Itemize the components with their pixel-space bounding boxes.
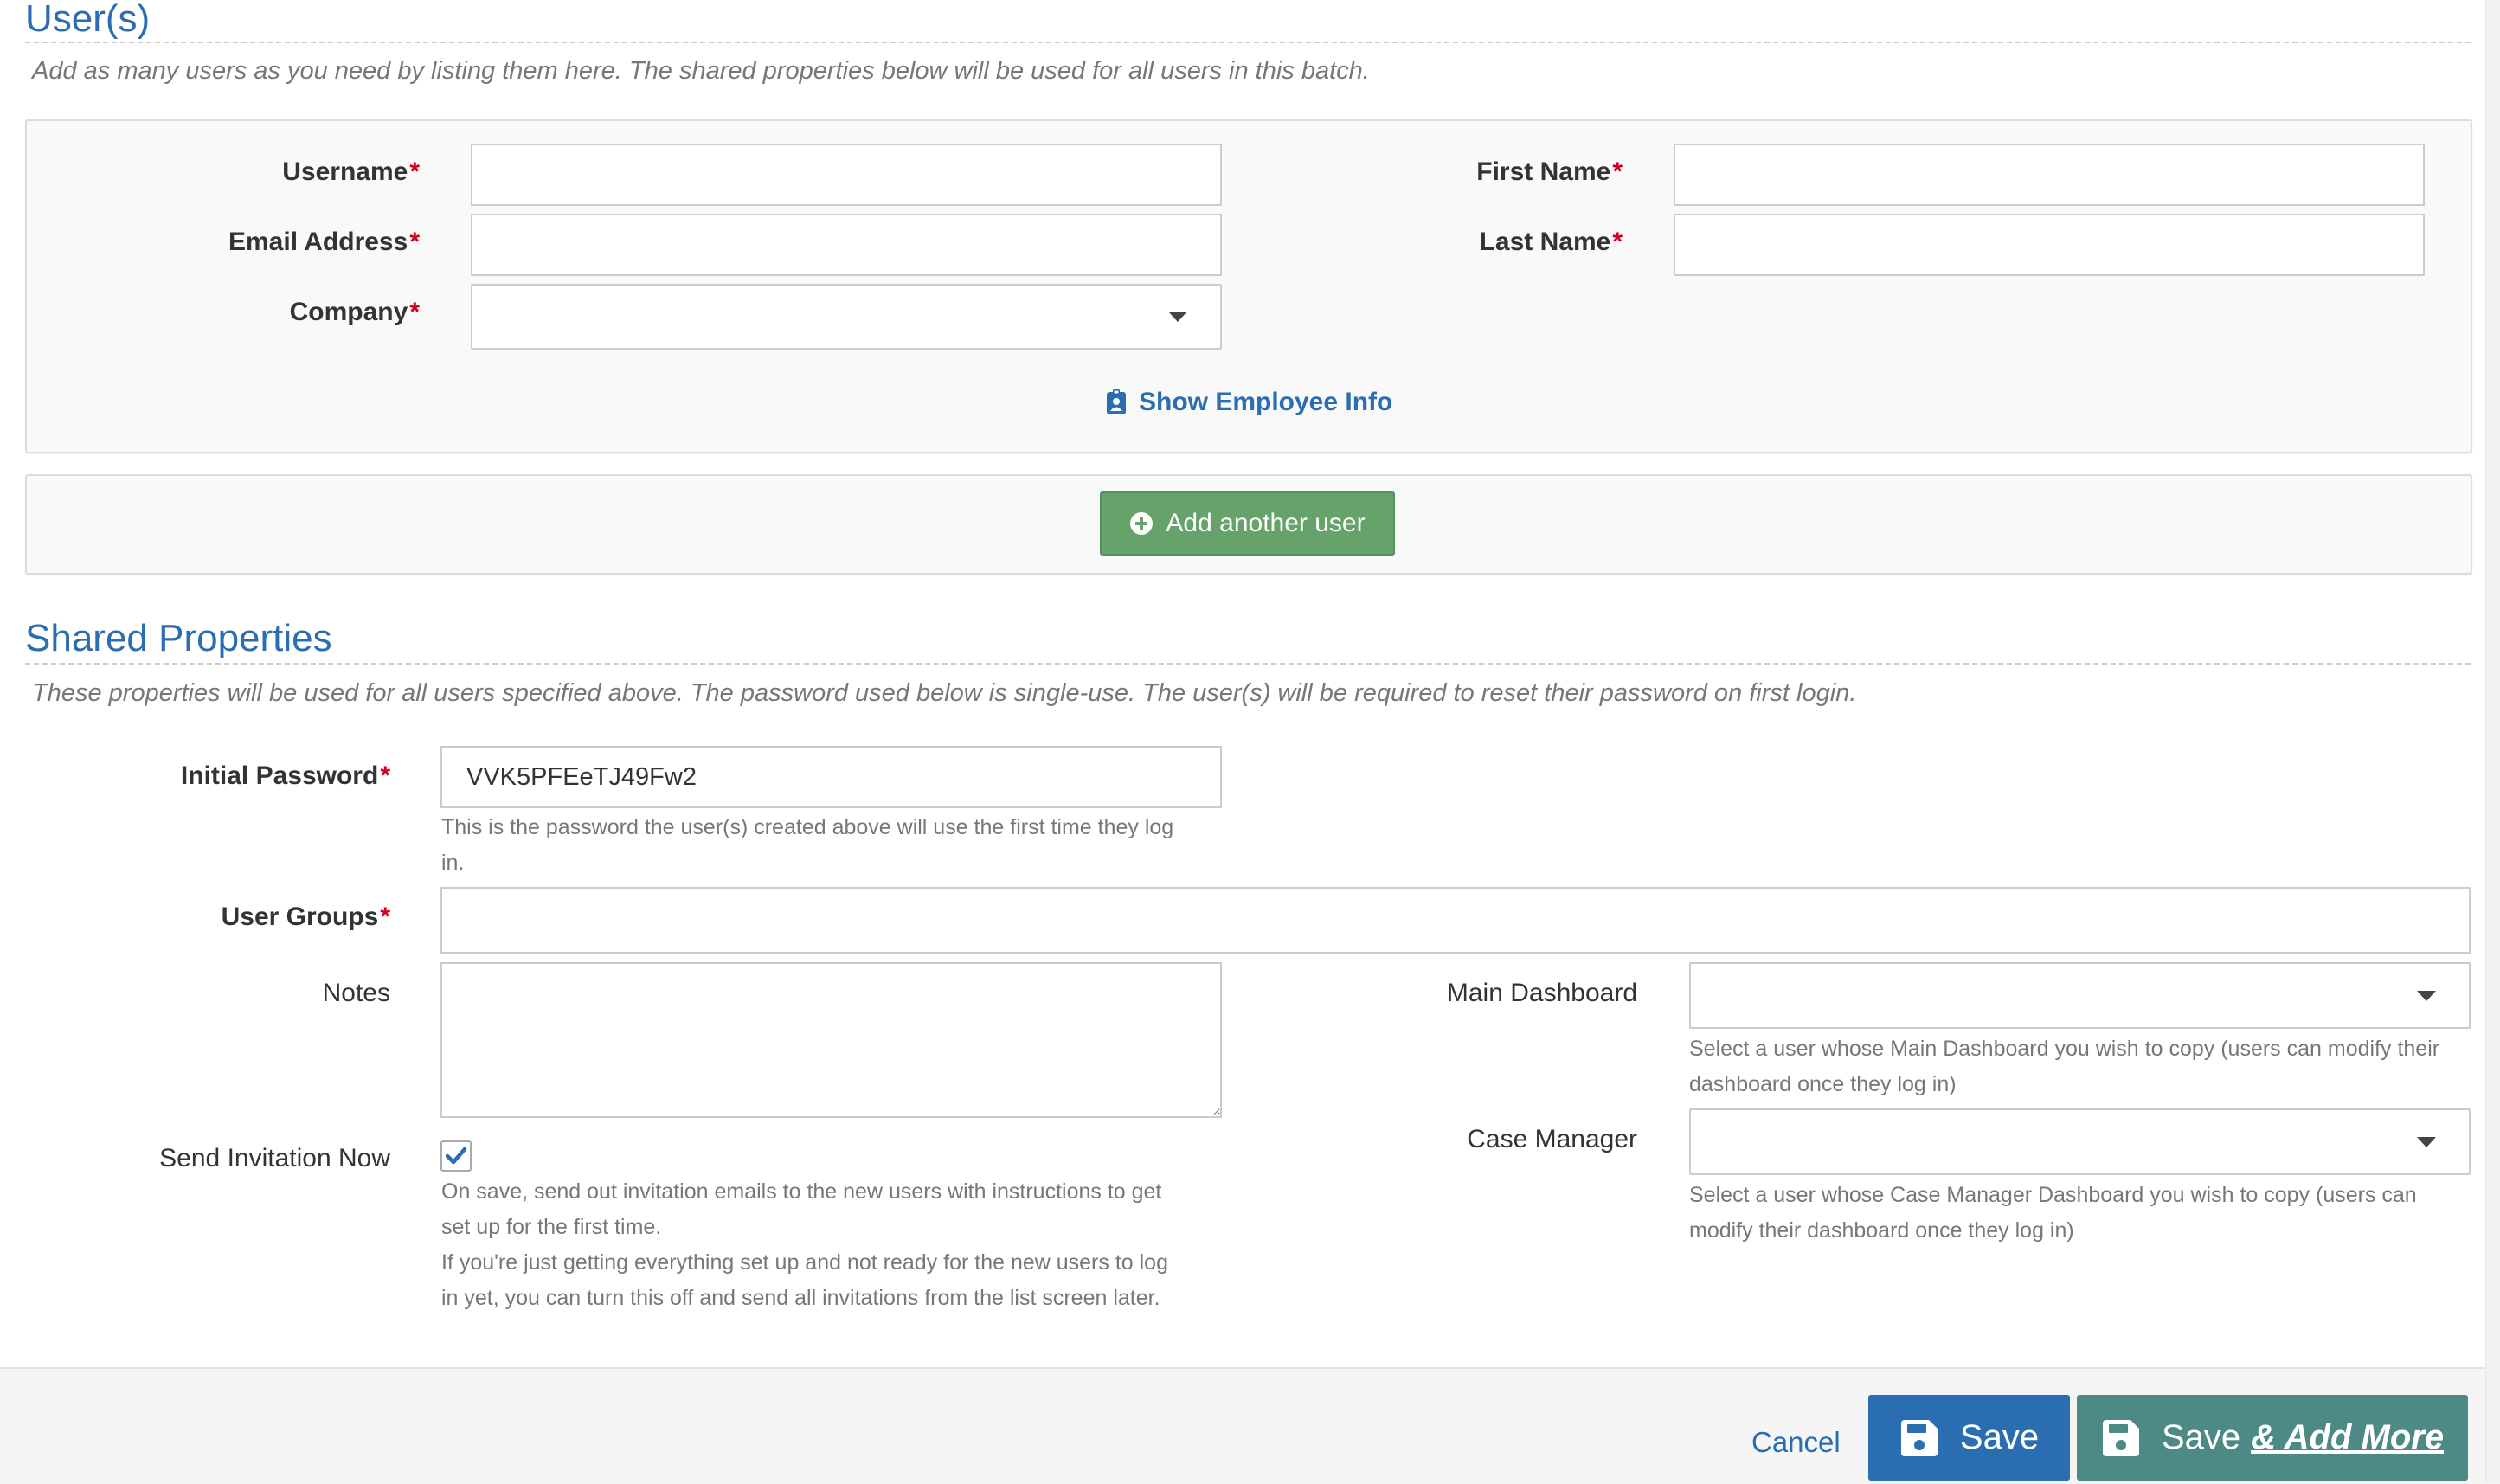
show-employee-info-label: Show Employee Info — [1139, 388, 1393, 416]
case-manager-select[interactable] — [1689, 1108, 2471, 1175]
send-invitation-help: On save, send out invitation emails to t… — [441, 1179, 1168, 1310]
notes-label: Notes — [322, 979, 390, 1007]
checkmark-icon — [445, 1147, 467, 1165]
email-address-input[interactable] — [471, 214, 1222, 276]
user-groups-label: User Groups* — [221, 903, 390, 931]
save-add-more-button[interactable]: Save & Add More — [2077, 1395, 2468, 1481]
add-another-user-label: Add another user — [1166, 509, 1366, 537]
username-input[interactable] — [471, 144, 1222, 206]
save-add-more-prefix: Save — [2161, 1418, 2241, 1456]
first-name-label: First Name* — [1476, 157, 1623, 186]
username-label: Username* — [282, 157, 420, 186]
last-name-label: Last Name* — [1479, 228, 1623, 256]
users-section-title: User(s) — [25, 0, 151, 40]
last-name-input[interactable] — [1674, 214, 2425, 276]
initial-password-help: This is the password the user(s) created… — [441, 815, 1174, 875]
chevron-down-icon — [1168, 312, 1187, 322]
send-invitation-label: Send Invitation Now — [159, 1144, 390, 1172]
company-label: Company* — [289, 298, 420, 326]
users-section-description: Add as many users as you need by listing… — [32, 57, 1370, 85]
chevron-down-icon — [2417, 1136, 2436, 1147]
initial-password-label: Initial Password* — [180, 761, 390, 790]
add-another-user-button[interactable]: Add another user — [1100, 491, 1395, 556]
case-manager-help: Select a user whose Case Manager Dashboa… — [1689, 1183, 2417, 1243]
notes-textarea[interactable] — [440, 962, 1222, 1118]
plus-circle-icon — [1130, 512, 1154, 535]
chevron-down-icon — [2417, 990, 2436, 1001]
show-employee-info-link[interactable]: Show Employee Info — [1106, 388, 1392, 417]
main-dashboard-label: Main Dashboard — [1446, 979, 1637, 1007]
save-button-label: Save — [1959, 1418, 2040, 1456]
shared-properties-divider — [25, 663, 2471, 665]
shared-properties-description: These properties will be used for all us… — [32, 679, 1857, 707]
save-button[interactable]: Save — [1868, 1395, 2070, 1481]
user-groups-input[interactable] — [440, 887, 2471, 954]
save-add-more-emphasis: & Add More — [2251, 1418, 2445, 1456]
users-section-divider — [25, 42, 2471, 43]
send-invitation-checkbox[interactable] — [440, 1140, 472, 1172]
main-dashboard-select[interactable] — [1689, 962, 2471, 1029]
shared-properties-title: Shared Properties — [25, 617, 332, 659]
floppy-disk-icon — [2102, 1419, 2139, 1456]
case-manager-label: Case Manager — [1467, 1125, 1637, 1153]
id-badge-icon — [1107, 389, 1126, 414]
initial-password-input[interactable] — [440, 746, 1222, 808]
vertical-scrollbar[interactable] — [2485, 0, 2500, 1482]
first-name-input[interactable] — [1674, 144, 2425, 206]
floppy-disk-icon — [1900, 1419, 1938, 1456]
email-address-label: Email Address* — [228, 228, 420, 256]
main-dashboard-help: Select a user whose Main Dashboard you w… — [1689, 1037, 2440, 1096]
cancel-link[interactable]: Cancel — [1751, 1426, 1841, 1459]
company-select[interactable] — [471, 284, 1222, 350]
